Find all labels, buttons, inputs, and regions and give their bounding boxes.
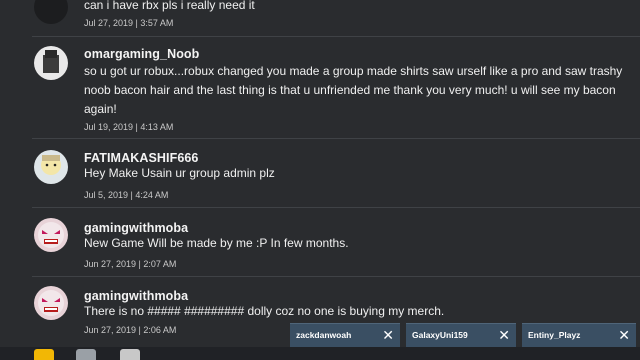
comment-body: can i have rbx pls i really need it <box>84 0 255 12</box>
browser-icon[interactable] <box>76 349 96 360</box>
comment-date: Jun 27, 2019 | 2:07 AM <box>84 259 177 269</box>
noob-avatar-icon <box>34 46 68 80</box>
close-icon[interactable]: ✕ <box>498 326 510 344</box>
comment-date: Jul 5, 2019 | 4:24 AM <box>84 190 169 200</box>
comment-date: Jun 27, 2019 | 2:06 AM <box>84 325 177 335</box>
user-avatar-icon <box>41 155 61 175</box>
comment-body: New Game Will be made by me :P In few mo… <box>84 236 349 250</box>
comment-item: FATIMAKASHIF666 Hey Make Usain ur group … <box>0 148 640 208</box>
comment-username[interactable]: omargaming_Noob <box>84 47 199 61</box>
mask-avatar-icon <box>38 290 64 316</box>
divider <box>32 276 640 277</box>
comment-item: omargaming_Noob so u got ur robux...robu… <box>0 44 640 136</box>
avatar[interactable] <box>34 150 68 184</box>
comment-username[interactable]: FATIMAKASHIF666 <box>84 151 198 165</box>
comment-feed: can i have rbx pls i really need it Jul … <box>0 0 640 360</box>
avatar[interactable] <box>34 218 68 252</box>
avatar[interactable] <box>34 46 68 80</box>
comment-body: Hey Make Usain ur group admin plz <box>84 166 275 180</box>
chat-tab[interactable]: zackdanwoah ✕ <box>290 323 400 348</box>
chat-tab-name: GalaxyUni159 <box>412 330 468 340</box>
mask-avatar-icon <box>38 222 64 248</box>
divider <box>32 36 640 37</box>
app-icon[interactable] <box>120 349 140 360</box>
taskbar <box>0 347 640 360</box>
app-icon[interactable] <box>34 349 54 360</box>
comment-username[interactable]: gamingwithmoba <box>84 221 188 235</box>
chat-tab-name: Entiny_Playz <box>528 330 581 340</box>
comment-username[interactable]: gamingwithmoba <box>84 289 188 303</box>
comment-body: so u got ur robux...robux changed you ma… <box>84 64 623 116</box>
avatar[interactable] <box>34 286 68 320</box>
comment-item: gamingwithmoba New Game Will be made by … <box>0 218 640 278</box>
divider <box>32 138 640 139</box>
comment-date: Jul 27, 2019 | 3:57 AM <box>84 18 174 28</box>
close-icon[interactable]: ✕ <box>618 326 630 344</box>
chat-tab-name: zackdanwoah <box>296 330 352 340</box>
avatar[interactable] <box>34 0 68 24</box>
comment-date: Jul 19, 2019 | 4:13 AM <box>84 122 174 132</box>
chat-tab[interactable]: Entiny_Playz ✕ <box>522 323 636 348</box>
comment-item: can i have rbx pls i really need it Jul … <box>0 0 640 32</box>
divider <box>32 207 640 208</box>
close-icon[interactable]: ✕ <box>382 326 394 344</box>
comment-body: There is no ##### ######### dolly coz no… <box>84 304 445 318</box>
chat-tab[interactable]: GalaxyUni159 ✕ <box>406 323 516 348</box>
